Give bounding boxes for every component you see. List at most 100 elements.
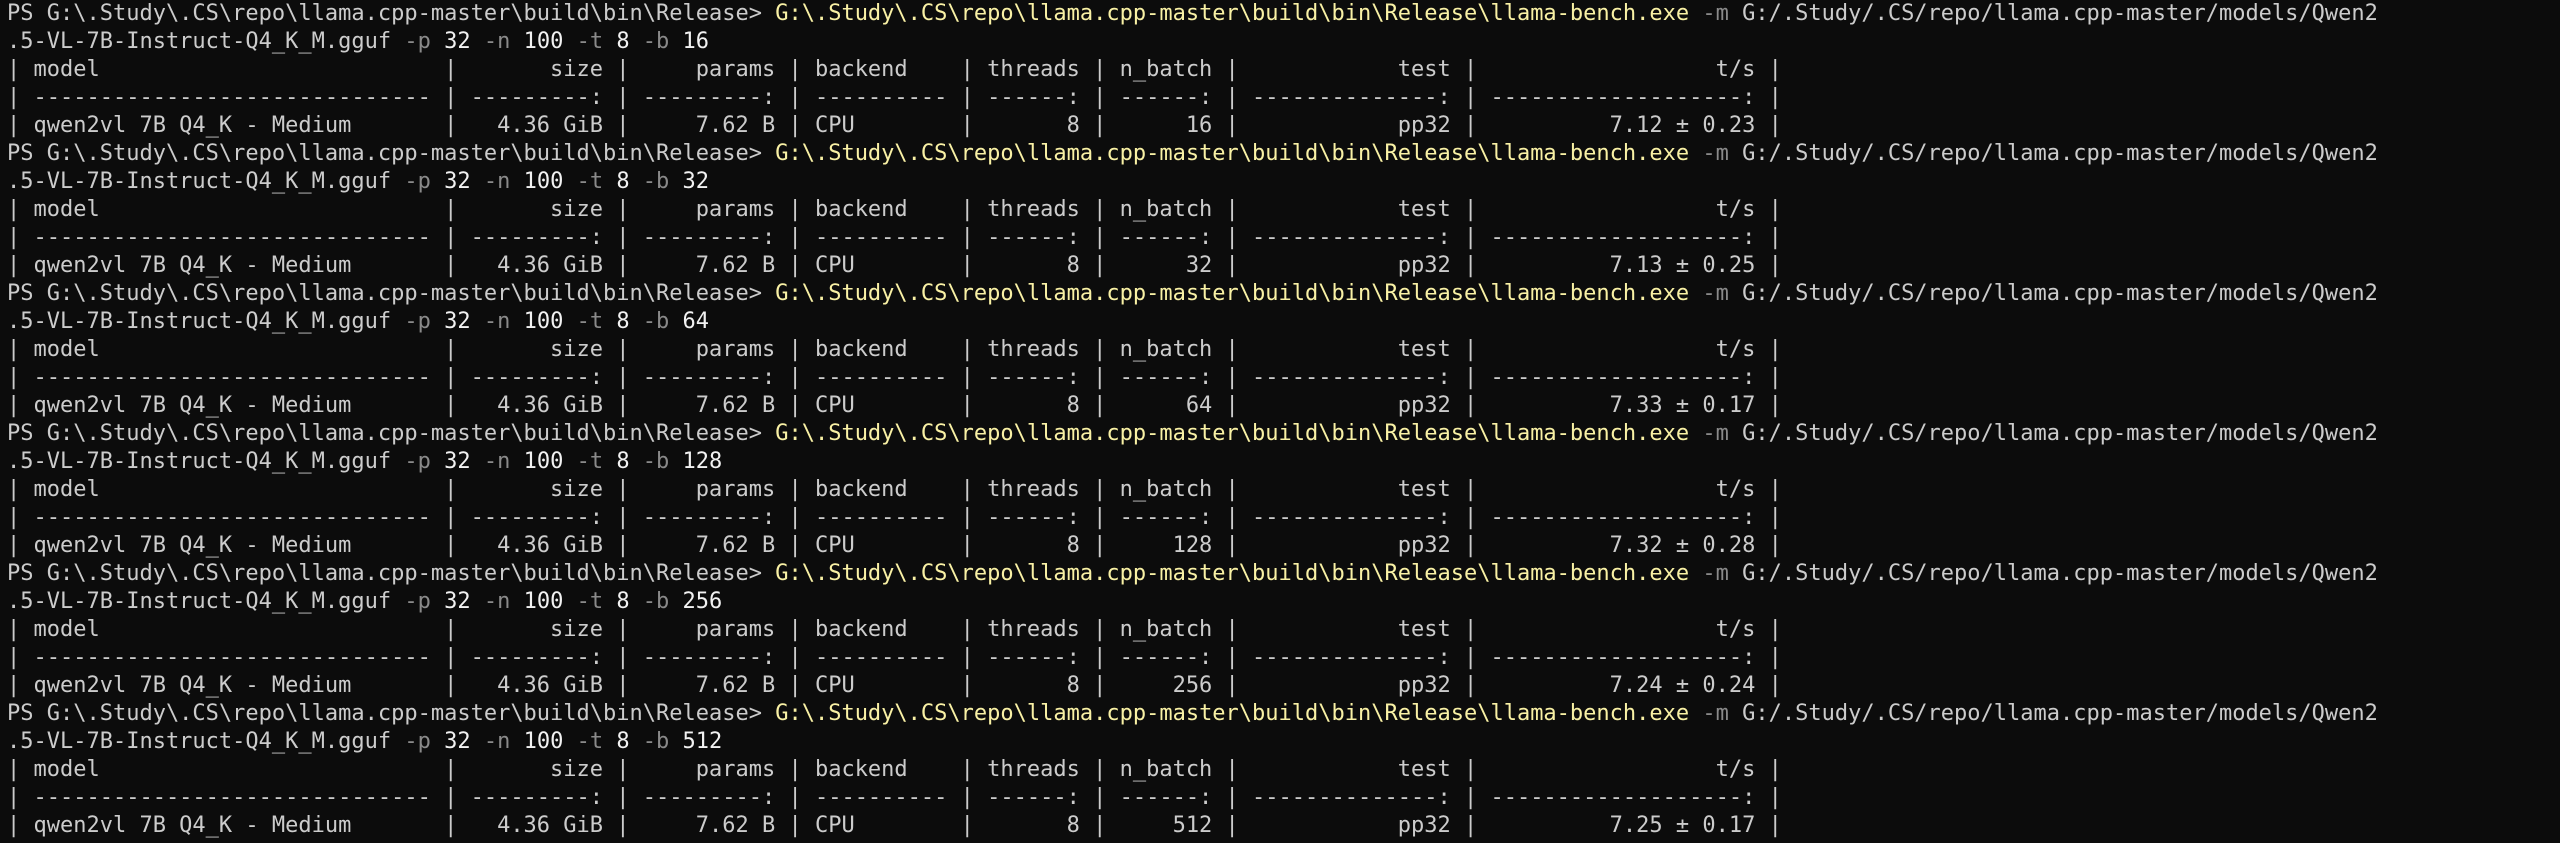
table-row: | qwen2vl 7B Q4_K - Medium | 4.36 GiB | … bbox=[7, 113, 1782, 138]
executable-path: G:\.Study\.CS\repo\llama.cpp-master\buil… bbox=[775, 1, 1690, 26]
b-value: 64 bbox=[682, 309, 710, 334]
n-flag: -n bbox=[470, 729, 524, 754]
b-flag: -b bbox=[629, 29, 683, 54]
b-flag: -b bbox=[629, 589, 683, 614]
table-separator: | ------------------------------ | -----… bbox=[7, 225, 1782, 250]
t-flag: -t bbox=[563, 589, 617, 614]
n-value: 100 bbox=[523, 169, 564, 194]
t-value: 8 bbox=[616, 589, 630, 614]
terminal-window[interactable]: PS G:\.Study\.CS\repo\llama.cpp-master\b… bbox=[0, 0, 2560, 843]
n-value: 100 bbox=[523, 309, 564, 334]
prompt: PS G:\.Study\.CS\repo\llama.cpp-master\b… bbox=[7, 281, 776, 306]
n-flag: -n bbox=[470, 29, 524, 54]
table-row: | qwen2vl 7B Q4_K - Medium | 4.36 GiB | … bbox=[7, 533, 1782, 558]
t-flag: -t bbox=[563, 449, 617, 474]
model-path-continued: .5-VL-7B-Instruct-Q4_K_M.gguf bbox=[7, 29, 392, 54]
p-flag: -p bbox=[391, 169, 445, 194]
table-header: | model | size | params | backend | thre… bbox=[7, 57, 1782, 82]
table-separator: | ------------------------------ | -----… bbox=[7, 505, 1782, 530]
model-flag: -m bbox=[1689, 1, 1743, 26]
model-flag: -m bbox=[1689, 141, 1743, 166]
model-path: G:/.Study/.CS/repo/llama.cpp-master/mode… bbox=[1742, 421, 2378, 446]
n-flag: -n bbox=[470, 169, 524, 194]
b-flag: -b bbox=[629, 449, 683, 474]
prompt: PS G:\.Study\.CS\repo\llama.cpp-master\b… bbox=[7, 1, 776, 26]
p-value: 32 bbox=[444, 589, 471, 614]
t-value: 8 bbox=[616, 729, 630, 754]
b-flag: -b bbox=[629, 729, 683, 754]
command-line-continued: .5-VL-7B-Instruct-Q4_K_M.gguf -p 32 -n 1… bbox=[7, 588, 2560, 616]
n-value: 100 bbox=[523, 29, 564, 54]
t-value: 8 bbox=[616, 29, 630, 54]
t-flag: -t bbox=[563, 309, 617, 334]
p-flag: -p bbox=[391, 449, 445, 474]
executable-path: G:\.Study\.CS\repo\llama.cpp-master\buil… bbox=[775, 281, 1690, 306]
n-flag: -n bbox=[470, 309, 524, 334]
n-flag: -n bbox=[470, 449, 524, 474]
command-line: PS G:\.Study\.CS\repo\llama.cpp-master\b… bbox=[7, 560, 2560, 588]
executable-path: G:\.Study\.CS\repo\llama.cpp-master\buil… bbox=[775, 561, 1690, 586]
table-header: | model | size | params | backend | thre… bbox=[7, 337, 1782, 362]
table-row: | qwen2vl 7B Q4_K - Medium | 4.36 GiB | … bbox=[7, 253, 1782, 278]
command-line: PS G:\.Study\.CS\repo\llama.cpp-master\b… bbox=[7, 420, 2560, 448]
prompt: PS G:\.Study\.CS\repo\llama.cpp-master\b… bbox=[7, 701, 776, 726]
command-line-continued: .5-VL-7B-Instruct-Q4_K_M.gguf -p 32 -n 1… bbox=[7, 168, 2560, 196]
table-header: | model | size | params | backend | thre… bbox=[7, 477, 1782, 502]
p-value: 32 bbox=[444, 729, 471, 754]
table-header: | model | size | params | backend | thre… bbox=[7, 197, 1782, 222]
executable-path: G:\.Study\.CS\repo\llama.cpp-master\buil… bbox=[775, 421, 1690, 446]
table-separator: | ------------------------------ | -----… bbox=[7, 365, 1782, 390]
b-value: 16 bbox=[682, 29, 710, 54]
p-value: 32 bbox=[444, 449, 471, 474]
b-value: 32 bbox=[682, 169, 710, 194]
n-value: 100 bbox=[523, 589, 564, 614]
model-path: G:/.Study/.CS/repo/llama.cpp-master/mode… bbox=[1742, 701, 2378, 726]
table-separator: | ------------------------------ | -----… bbox=[7, 85, 1782, 110]
t-flag: -t bbox=[563, 29, 617, 54]
table-separator: | ------------------------------ | -----… bbox=[7, 785, 1782, 810]
command-line: PS G:\.Study\.CS\repo\llama.cpp-master\b… bbox=[7, 700, 2560, 728]
command-line: PS G:\.Study\.CS\repo\llama.cpp-master\b… bbox=[7, 280, 2560, 308]
t-flag: -t bbox=[563, 169, 617, 194]
p-flag: -p bbox=[391, 309, 445, 334]
table-header: | model | size | params | backend | thre… bbox=[7, 757, 1782, 782]
p-value: 32 bbox=[444, 169, 471, 194]
model-path-continued: .5-VL-7B-Instruct-Q4_K_M.gguf bbox=[7, 589, 392, 614]
b-value: 512 bbox=[682, 729, 723, 754]
table-row: | qwen2vl 7B Q4_K - Medium | 4.36 GiB | … bbox=[7, 393, 1782, 418]
command-line-continued: .5-VL-7B-Instruct-Q4_K_M.gguf -p 32 -n 1… bbox=[7, 308, 2560, 336]
command-line: PS G:\.Study\.CS\repo\llama.cpp-master\b… bbox=[7, 140, 2560, 168]
n-value: 100 bbox=[523, 449, 564, 474]
table-separator: | ------------------------------ | -----… bbox=[7, 645, 1782, 670]
n-value: 100 bbox=[523, 729, 564, 754]
model-path-continued: .5-VL-7B-Instruct-Q4_K_M.gguf bbox=[7, 729, 392, 754]
b-flag: -b bbox=[629, 169, 683, 194]
b-value: 128 bbox=[682, 449, 723, 474]
t-value: 8 bbox=[616, 449, 630, 474]
model-path: G:/.Study/.CS/repo/llama.cpp-master/mode… bbox=[1742, 141, 2378, 166]
model-path-continued: .5-VL-7B-Instruct-Q4_K_M.gguf bbox=[7, 309, 392, 334]
prompt: PS G:\.Study\.CS\repo\llama.cpp-master\b… bbox=[7, 421, 776, 446]
model-path: G:/.Study/.CS/repo/llama.cpp-master/mode… bbox=[1742, 561, 2378, 586]
executable-path: G:\.Study\.CS\repo\llama.cpp-master\buil… bbox=[775, 701, 1690, 726]
p-value: 32 bbox=[444, 309, 471, 334]
command-line-continued: .5-VL-7B-Instruct-Q4_K_M.gguf -p 32 -n 1… bbox=[7, 28, 2560, 56]
model-path: G:/.Study/.CS/repo/llama.cpp-master/mode… bbox=[1742, 281, 2378, 306]
model-flag: -m bbox=[1689, 701, 1743, 726]
p-flag: -p bbox=[391, 589, 445, 614]
t-flag: -t bbox=[563, 729, 617, 754]
b-value: 256 bbox=[682, 589, 723, 614]
t-value: 8 bbox=[616, 169, 630, 194]
command-line-continued: .5-VL-7B-Instruct-Q4_K_M.gguf -p 32 -n 1… bbox=[7, 448, 2560, 476]
model-path: G:/.Study/.CS/repo/llama.cpp-master/mode… bbox=[1742, 1, 2378, 26]
prompt: PS G:\.Study\.CS\repo\llama.cpp-master\b… bbox=[7, 561, 776, 586]
model-flag: -m bbox=[1689, 561, 1743, 586]
p-flag: -p bbox=[391, 29, 445, 54]
table-row: | qwen2vl 7B Q4_K - Medium | 4.36 GiB | … bbox=[7, 813, 1782, 838]
executable-path: G:\.Study\.CS\repo\llama.cpp-master\buil… bbox=[775, 141, 1690, 166]
t-value: 8 bbox=[616, 309, 630, 334]
model-flag: -m bbox=[1689, 421, 1743, 446]
command-line-continued: .5-VL-7B-Instruct-Q4_K_M.gguf -p 32 -n 1… bbox=[7, 728, 2560, 756]
command-line: PS G:\.Study\.CS\repo\llama.cpp-master\b… bbox=[7, 0, 2560, 28]
n-flag: -n bbox=[470, 589, 524, 614]
